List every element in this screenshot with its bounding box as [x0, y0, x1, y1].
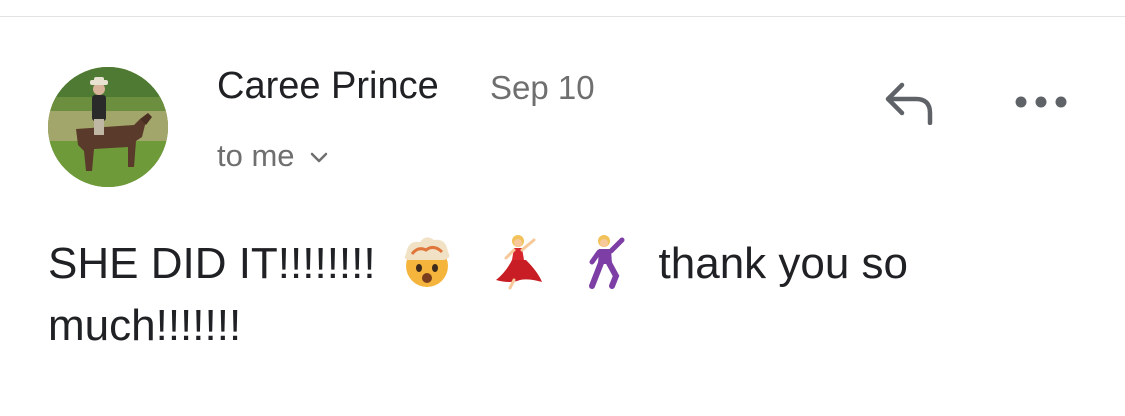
- sender-avatar[interactable]: [48, 67, 168, 187]
- recipient-label: to me: [217, 138, 295, 173]
- message-text-start: SHE DID IT!!!!!!!!: [48, 239, 376, 288]
- avatar-photo: [48, 67, 168, 187]
- recipient-details-toggle[interactable]: to me: [217, 136, 329, 176]
- more-horizontal-icon: [1015, 96, 1067, 108]
- reply-button[interactable]: [872, 72, 944, 132]
- man-dancing-emoji: [578, 232, 636, 290]
- more-options-button[interactable]: [1006, 80, 1076, 124]
- woman-dancing-emoji: [488, 232, 546, 290]
- top-divider: [0, 16, 1125, 17]
- chevron-down-icon: [309, 151, 329, 165]
- message-body: SHE DID IT!!!!!!!! thank you so much!!!!…: [48, 232, 1048, 357]
- message-date: Sep 10: [490, 69, 595, 106]
- exploding-head-emoji: [398, 232, 456, 290]
- reply-arrow-icon: [885, 82, 933, 125]
- sender-name[interactable]: Caree Prince: [217, 63, 439, 109]
